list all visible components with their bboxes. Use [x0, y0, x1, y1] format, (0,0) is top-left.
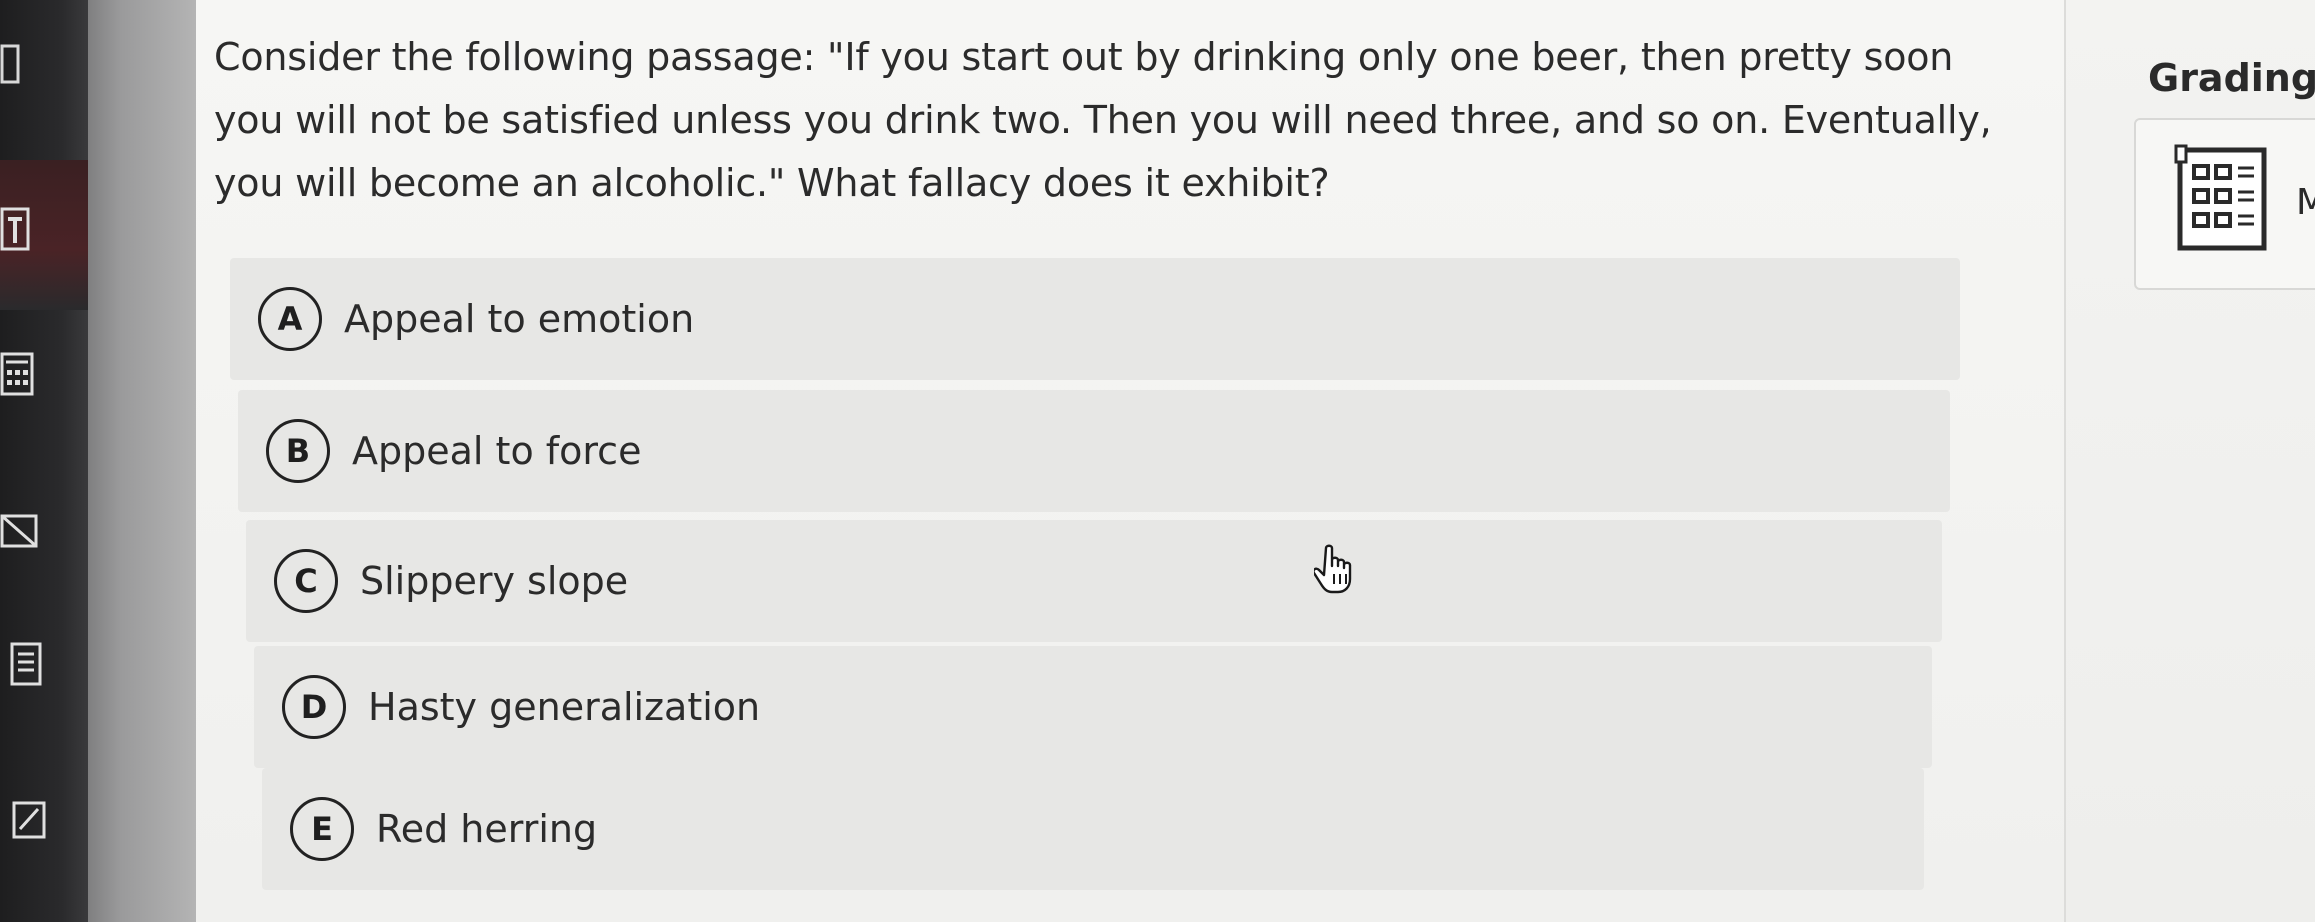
grading-card[interactable]: M [2134, 118, 2315, 290]
flag-icon[interactable] [0, 510, 48, 558]
option-label: Hasty generalization [368, 685, 761, 729]
calculator-icon [2174, 144, 2270, 254]
option-d[interactable]: D Hasty generalization [254, 646, 1932, 768]
screen: Consider the following passage: "If you … [0, 0, 2315, 922]
question-text: Consider the following passage: "If you … [214, 35, 1992, 205]
gutter [88, 0, 196, 922]
option-a[interactable]: A Appeal to emotion [230, 258, 1960, 380]
option-letter: D [282, 675, 346, 739]
grading-title: Grading [2148, 56, 2315, 100]
toolbar-top-icon[interactable] [0, 40, 48, 88]
option-label: Red herring [376, 807, 598, 851]
notes-icon[interactable] [0, 640, 48, 688]
option-letter: E [290, 797, 354, 861]
text-tool-icon[interactable] [0, 205, 48, 253]
option-label: Slippery slope [360, 559, 629, 603]
option-letter: B [266, 419, 330, 483]
grading-card-text: M [2296, 182, 2315, 223]
hand-pointer-icon [1312, 544, 1358, 594]
option-letter: C [274, 549, 338, 613]
option-label: Appeal to emotion [344, 297, 695, 341]
option-b[interactable]: B Appeal to force [238, 390, 1950, 512]
grading-panel: Grading M [2064, 0, 2315, 922]
option-e[interactable]: E Red herring [262, 768, 1924, 890]
option-letter: A [258, 287, 322, 351]
question-panel: Consider the following passage: "If you … [196, 0, 2064, 922]
option-c[interactable]: C Slippery slope [246, 520, 1942, 642]
edit-icon[interactable] [0, 795, 48, 843]
option-label: Appeal to force [352, 429, 642, 473]
calculator-icon[interactable] [0, 350, 48, 398]
left-toolbar [0, 0, 88, 922]
